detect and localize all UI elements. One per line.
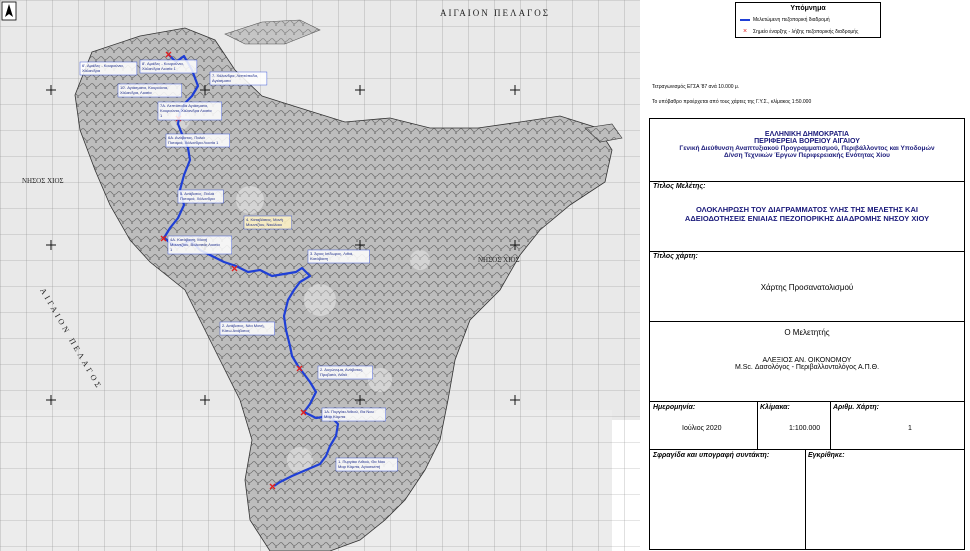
route-label-box: 4. Καταβάσεις, ΜονήΜουντζίου, Νικόλαοι bbox=[243, 215, 292, 230]
sheet-label: Αριθμ. Χάρτη: bbox=[833, 404, 879, 411]
route-label-box: 10'. Αγιάσματα, Κουρούνια,Χάλανδρα, Λιοσ… bbox=[117, 83, 182, 98]
map-frame[interactable]: ΑΙΓΑΙΟΝ ΠΕΛΑΓΟΣ ΝΗΣΟΣ ΧΙΟΣ ΝΗΣΟΣ ΧΙΟΣ ΑΙ… bbox=[0, 0, 640, 551]
route-label-box: 6'. Αμάδες - Κουρούνια,Χάλανδρα bbox=[79, 61, 138, 76]
author-section: Ο Μελετητής ΑΛΕΞΙΟΣ ΑΝ. ΟΙΚΟΝΟΜΟΥ M.Sc. … bbox=[650, 321, 964, 402]
route-label-text: Χάλανδρα Λιοσία 1 bbox=[142, 66, 177, 71]
header-line3: Γενική Διεύθυνση Αναπτυξιακού Προγραμματ… bbox=[679, 145, 935, 152]
route-label-text: Ποταμιά, Χάλανδρα bbox=[180, 196, 215, 201]
route-label-text: Κατάβαση bbox=[310, 256, 328, 261]
approval-label: Εγκρίθηκε: bbox=[808, 452, 845, 459]
route-label-text: Μουντζίου, Βολισσός Λιοσία bbox=[170, 242, 220, 247]
legend-marker-label: Σημείο έναρξης - λήξης πεζοπορικής διαδρ… bbox=[753, 29, 859, 35]
map-title-section: Τίτλος χάρτη: Χάρτης Προσανατολισμού bbox=[650, 251, 964, 322]
base-map-note: Το υπόβαθρο προέρχεται από τους χάρτες τ… bbox=[652, 99, 812, 105]
route-label-box: 5. Ανάβατος, ΠαλιάΠοταμιά, Χάλανδρα bbox=[177, 189, 224, 204]
route-label-text: Κουρούνια, Χάλανδρα Λιοσία bbox=[160, 108, 212, 113]
route-label-box: 2. Αυγώνυμα, Ανάβατος,Προβατά, Λιθιά bbox=[317, 365, 373, 380]
scale-value: 1:100.000 bbox=[789, 425, 821, 432]
author-title: M.Sc. Δασολόγος - Περιβαλλοντολόγος Α.Π.… bbox=[734, 364, 880, 371]
route-label-text: Κάτω Ανάβατος bbox=[222, 328, 250, 333]
route-label-text: Μαρ Κάμπα, Αγιοσκεπή bbox=[338, 464, 380, 469]
route-label-box: 4Α. Κατάβαση, ΜονήΜουντζίου, Βολισσός Λι… bbox=[167, 235, 232, 255]
study-title-line2: ΑΔΕΙΟΔΟΤΗΣΕΙΣ ΕΝΙΑΙΑΣ ΠΕΖΟΠΟΡΙΚΗΣ ΔΙΑΔΡΟ… bbox=[684, 214, 930, 223]
route-label-box: 7. Χάλανδρα, Λεπτόποδα,Αγιάσματα bbox=[209, 71, 268, 86]
author-heading: Ο Μελετητής bbox=[784, 328, 830, 337]
route-line-icon bbox=[740, 19, 750, 21]
route-label-text: Προβατά, Λιθιά bbox=[320, 372, 348, 377]
route-label-box: 3. Άγιος Ισίδωρος, Λιθιά,Κατάβαση bbox=[307, 249, 370, 264]
title-block: ΕΛΛΗΝΙΚΗ ΔΗΜΟΚΡΑΤΙΑ ΠΕΡΙΦΕΡΕΙΑ ΒΟΡΕΙΟΥ Α… bbox=[649, 118, 965, 550]
stamp-label: Σφραγίδα και υπογραφή συντάκτη: bbox=[653, 452, 770, 459]
header-line1: ΕΛΛΗΝΙΚΗ ΔΗΜΟΚΡΑΤΙΑ bbox=[764, 131, 850, 138]
legend-marker-row: × Σημείο έναρξης - λήξης πεζοπορικής δια… bbox=[740, 28, 859, 35]
legend-route-row: Μελετώμενη πεζοπορική διαδρομή bbox=[740, 17, 830, 23]
legend-box: Υπόμνημα Μελετώμενη πεζοπορική διαδρομή … bbox=[735, 2, 881, 38]
route-label-box: 6Α. Ανάβατος, ΠαλιάΠοταμιά, Χάλανδρα Λιο… bbox=[165, 133, 230, 148]
scale-cell: Κλίμακα: 1:100.000 bbox=[757, 401, 831, 449]
route-label-box: 1Α. Πυργάκι Λιθιού, Θα ΝαυΜαρ Κάμπα bbox=[321, 407, 386, 422]
route-label-text: Χάλανδρα bbox=[82, 68, 101, 73]
route-label-text: Αγιάσματα bbox=[212, 78, 231, 83]
legend-route-label: Μελετώμενη πεζοπορική διαδρομή bbox=[753, 17, 830, 23]
route-label-text: Μουντζίου, Νικόλαοι bbox=[246, 222, 282, 227]
legend-title: Υπόμνημα bbox=[790, 5, 826, 12]
sheet-cell: Αριθμ. Χάρτη: 1 bbox=[830, 401, 964, 449]
map-title-label: Τίτλος χάρτη: bbox=[653, 253, 698, 260]
sheet-value: 1 bbox=[908, 425, 912, 432]
author-name: ΑΛΕΞΙΟΣ ΑΝ. ΟΙΚΟΝΟΜΟΥ bbox=[762, 357, 852, 364]
grid-note: Τετραγωνισμός ΕΓΣΑ '87 ανά 10.000 μ. bbox=[652, 84, 740, 90]
header-line4: Δ/νση Τεχνικών Έργων Περιφερειακής Ενότη… bbox=[724, 152, 890, 159]
date-value: Ιούλιος 2020 bbox=[682, 425, 722, 432]
header-line2: ΠΕΡΙΦΕΡΕΙΑ ΒΟΡΕΙΟΥ ΑΙΓΑΙΟΥ bbox=[754, 138, 860, 145]
route-label-text: Μαρ Κάμπα bbox=[324, 414, 346, 419]
study-title-line1: ΟΛΟΚΛΗΡΩΣΗ ΤΟΥ ΔΙΑΓΡΑΜΜΑΤΟΣ ΥΛΗΣ ΤΗΣ ΜΕΛ… bbox=[696, 205, 918, 214]
stamp-cell: Σφραγίδα και υπογραφή συντάκτη: bbox=[650, 449, 806, 549]
island-label-center: ΝΗΣΟΣ ΧΙΟΣ bbox=[478, 256, 520, 264]
study-section: Τίτλος Μελέτης: ΟΛΟΚΛΗΡΩΣΗ ΤΟΥ ΔΙΑΓΡΑΜΜΑ… bbox=[650, 181, 964, 252]
route-label-box: 8'. Αμάδες - Κουρούνια,Χάλανδρα Λιοσία 1 bbox=[139, 59, 198, 74]
scale-label: Κλίμακα: bbox=[760, 404, 790, 411]
meta-row: Ημερομηνία: Ιούλιος 2020 Κλίμακα: 1:100.… bbox=[650, 401, 964, 450]
route-label-box: 2. Ανάβατος, Νέα Μονή,Κάτω Ανάβατος bbox=[219, 321, 275, 336]
study-label: Τίτλος Μελέτης: bbox=[653, 183, 706, 190]
island-label-left: ΝΗΣΟΣ ΧΙΟΣ bbox=[22, 177, 64, 185]
red-cross-icon: × bbox=[742, 28, 748, 35]
route-label-box: 7Α. Λεπτόποδα Αγιάσματα,Κουρούνια, Χάλαν… bbox=[157, 101, 222, 121]
route-label-box: 1. Πυργάκι Λιθιού, Θα ΝαυΜαρ Κάμπα, Αγιο… bbox=[335, 457, 398, 472]
sea-label-top: ΑΙΓΑΙΟΝ ΠΕΛΑΓΟΣ bbox=[440, 8, 550, 18]
map-title-value: Χάρτης Προσανατολισμού bbox=[760, 283, 854, 292]
north-arrow-icon bbox=[1, 1, 17, 21]
date-cell: Ημερομηνία: Ιούλιος 2020 bbox=[650, 401, 758, 449]
date-label: Ημερομηνία: bbox=[653, 404, 696, 411]
header-section: ΕΛΛΗΝΙΚΗ ΔΗΜΟΚΡΑΤΙΑ ΠΕΡΙΦΕΡΕΙΑ ΒΟΡΕΙΟΥ Α… bbox=[650, 119, 964, 182]
route-label-text: Χάλανδρα, Λιοσία bbox=[120, 90, 152, 95]
orientation-map[interactable]: ΑΙΓΑΙΟΝ ΠΕΛΑΓΟΣ ΝΗΣΟΣ ΧΙΟΣ ΝΗΣΟΣ ΧΙΟΣ ΑΙ… bbox=[0, 0, 640, 551]
route-label-text: Ποταμιά, Χάλανδρα Λιοσία 1 bbox=[168, 140, 219, 145]
signature-row: Σφραγίδα και υπογραφή συντάκτη: Εγκρίθηκ… bbox=[650, 449, 964, 549]
approval-cell: Εγκρίθηκε: bbox=[805, 449, 964, 549]
